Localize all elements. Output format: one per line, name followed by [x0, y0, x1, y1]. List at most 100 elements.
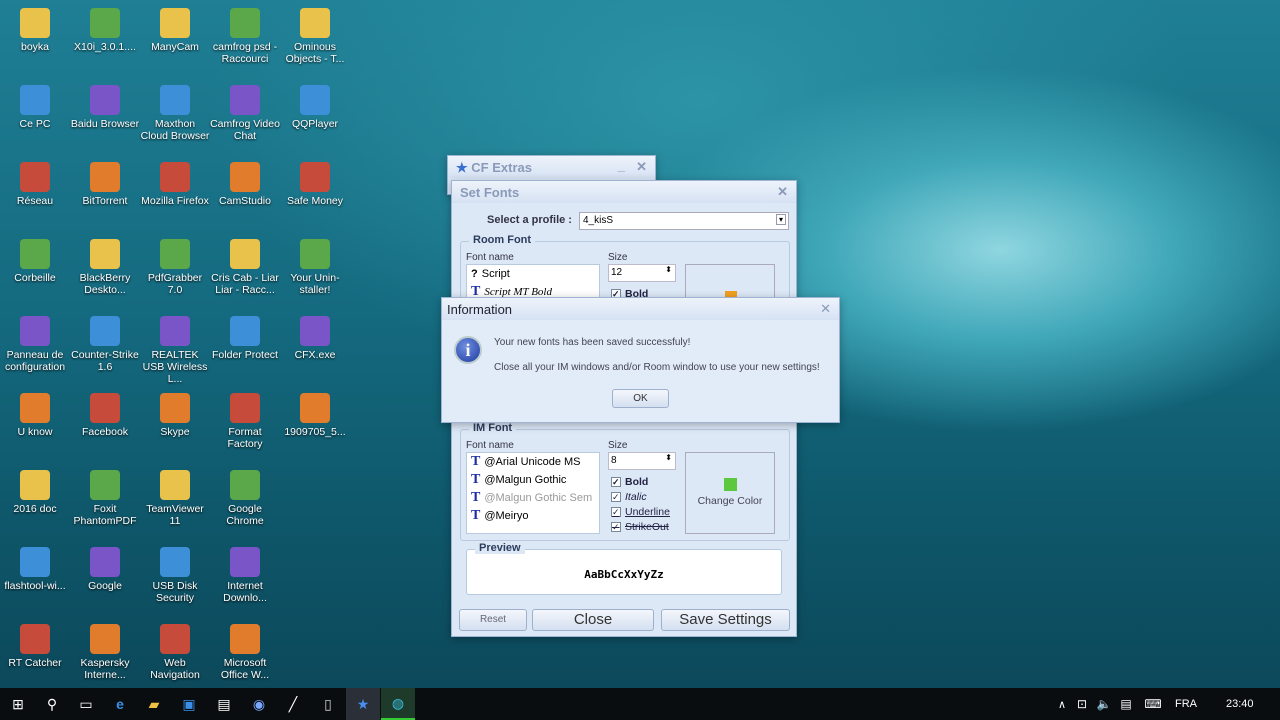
preview-group: Preview AaBbCcXxYyZz	[466, 542, 782, 595]
truetype-icon: T	[471, 472, 481, 487]
close-icon[interactable]: ✕	[820, 301, 831, 317]
list-item[interactable]: T @Arial Unicode MS	[467, 453, 599, 471]
desktop-icon[interactable]: 1909705_5...	[280, 393, 350, 438]
desktop-icon[interactable]: 2016 doc	[0, 470, 70, 515]
desktop-icon[interactable]: QQPlayer	[280, 85, 350, 130]
desktop-icon[interactable]: Counter-Strike 1.6	[70, 316, 140, 373]
store-icon[interactable]: ▤	[207, 688, 241, 720]
task-view-icon[interactable]: ▭	[69, 688, 103, 720]
desktop-icon[interactable]: PdfGrabber 7.0	[140, 239, 210, 296]
clock[interactable]: 23:40	[1226, 698, 1254, 710]
list-item[interactable]: T @Malgun Gothic Sem	[467, 489, 599, 507]
desktop-icon[interactable]: ManyCam	[140, 8, 210, 53]
desktop-icon-label: CamStudio	[219, 195, 271, 207]
baidu-browser-icon[interactable]: ◉	[242, 688, 276, 720]
desktop-icon[interactable]: USB Disk Security	[140, 547, 210, 604]
desktop-icon-label: U know	[17, 426, 53, 438]
change-color-button[interactable]: Change Color	[685, 452, 775, 534]
start-button[interactable]: ⊞	[1, 688, 35, 720]
profile-select[interactable]: 4_kisS ▾	[579, 212, 789, 230]
desktop-icon[interactable]: Réseau	[0, 162, 70, 207]
save-settings-button[interactable]: Save Settings	[661, 609, 790, 631]
desktop-icon[interactable]: camfrog psd - Raccourci	[210, 8, 280, 65]
desktop-icon[interactable]: flashtool-wi...	[0, 547, 70, 592]
app-icon	[300, 316, 330, 346]
desktop-icon[interactable]: Cris Cab - Liar Liar - Racc...	[210, 239, 280, 296]
notepad-icon[interactable]: ▯	[311, 688, 345, 720]
desktop-icon[interactable]: RT Catcher	[0, 624, 70, 669]
desktop-icon[interactable]: Ce PC	[0, 85, 70, 130]
size-label: Size	[608, 440, 628, 451]
im-bold-checkbox[interactable]: ✓ Bold	[611, 476, 648, 488]
desktop-icon[interactable]: Google	[70, 547, 140, 592]
desktop-icon[interactable]: Skype	[140, 393, 210, 438]
desktop-icon[interactable]: Maxthon Cloud Browser	[140, 85, 210, 142]
desktop-icon[interactable]: U know	[0, 393, 70, 438]
desktop-icon[interactable]: Panneau de configuration	[0, 316, 70, 373]
im-strikeout-checkbox[interactable]: ✓ StrikeOut	[611, 521, 669, 533]
desktop-icon[interactable]: Ominous Objects - T...	[280, 8, 350, 65]
desktop-icon[interactable]: Your Unin-staller!	[280, 239, 350, 296]
list-item[interactable]: ? Script	[467, 265, 599, 283]
qqplayer-taskbar-icon[interactable]: ◍	[381, 688, 415, 720]
im-font-list[interactable]: T @Arial Unicode MS T @Malgun Gothic T @Mal…	[466, 452, 600, 534]
color-swatch	[723, 478, 737, 491]
desktop-icon-label: boyka	[20, 41, 50, 53]
list-item[interactable]: T @Malgun Gothic	[467, 471, 599, 489]
desktop-icon[interactable]: Kaspersky Interne...	[70, 624, 140, 681]
desktop-icon[interactable]: TeamViewer 11	[140, 470, 210, 527]
spinner-arrows-icon[interactable]: ⬍	[665, 453, 672, 462]
search-icon[interactable]: ⚲	[35, 688, 69, 720]
desktop-icon[interactable]: Google Chrome	[210, 470, 280, 527]
close-icon[interactable]: ✕	[777, 184, 788, 200]
app-icon	[90, 85, 120, 115]
app-icon	[20, 316, 50, 346]
desktop-icon[interactable]: Foxit PhantomPDF	[70, 470, 140, 527]
desktop-icon[interactable]: BitTorrent	[70, 162, 140, 207]
spinner-arrows-icon[interactable]: ⬍	[665, 265, 672, 274]
app-icon	[300, 239, 330, 269]
desktop-icon[interactable]: CFX.exe	[280, 316, 350, 361]
desktop-icon[interactable]: Web Navigation	[140, 624, 210, 681]
desktop-icon-label: Google	[88, 580, 122, 592]
edge-icon[interactable]: e	[103, 688, 137, 720]
desktop-icon[interactable]: Camfrog Video Chat	[210, 85, 280, 142]
keyboard-icon[interactable]: ⌨	[1136, 688, 1170, 720]
desktop-icon[interactable]: BlackBerry Deskto...	[70, 239, 140, 296]
maxthon-icon[interactable]: ▣	[172, 688, 206, 720]
im-italic-checkbox[interactable]: ✓ Italic	[611, 491, 647, 503]
desktop-icon[interactable]: Internet Downlo...	[210, 547, 280, 604]
desktop-icon[interactable]: Microsoft Office W...	[210, 624, 280, 681]
desktop-icon-label: flashtool-wi...	[4, 580, 66, 592]
desktop-icon[interactable]: CamStudio	[210, 162, 280, 207]
app-icon	[160, 8, 190, 38]
im-font-label: IM Font	[469, 422, 517, 434]
desktop-icon[interactable]: boyka	[0, 8, 70, 53]
file-explorer-icon[interactable]: ▰	[137, 688, 171, 720]
list-item[interactable]: T @Meiryo	[467, 507, 599, 525]
font-item-label: @Malgun Gothic Sem	[484, 492, 593, 504]
desktop-icon[interactable]: Folder Protect	[210, 316, 280, 361]
desktop-icon[interactable]: Baidu Browser	[70, 85, 140, 130]
desktop-icon[interactable]: Corbeille	[0, 239, 70, 284]
room-size-spinner[interactable]: 12 ⬍	[608, 264, 676, 282]
desktop-icon[interactable]: X10i_3.0.1....	[70, 8, 140, 53]
reset-button[interactable]: Reset	[459, 609, 527, 631]
cf-extras-taskbar-icon[interactable]: ★	[346, 688, 380, 720]
ok-button[interactable]: OK	[612, 389, 669, 408]
close-icon[interactable]: ✕	[636, 159, 647, 175]
desktop-icon[interactable]: REALTEK USB Wireless L...	[140, 316, 210, 385]
desktop-icon[interactable]: Format Factory	[210, 393, 280, 450]
profile-label: Select a profile :	[487, 214, 572, 226]
chevron-down-icon[interactable]: ▾	[775, 214, 786, 225]
app-icon	[90, 316, 120, 346]
pen-icon[interactable]: ╱	[276, 688, 310, 720]
im-size-spinner[interactable]: 8 ⬍	[608, 452, 676, 470]
desktop-icon[interactable]: Safe Money	[280, 162, 350, 207]
language-indicator[interactable]: FRA	[1175, 698, 1197, 710]
minimize-button[interactable]: _	[618, 158, 625, 173]
desktop-icon[interactable]: Facebook	[70, 393, 140, 438]
im-underline-checkbox[interactable]: ✓ Underline	[611, 506, 670, 518]
desktop-icon[interactable]: Mozilla Firefox	[140, 162, 210, 207]
close-button[interactable]: Close	[532, 609, 654, 631]
